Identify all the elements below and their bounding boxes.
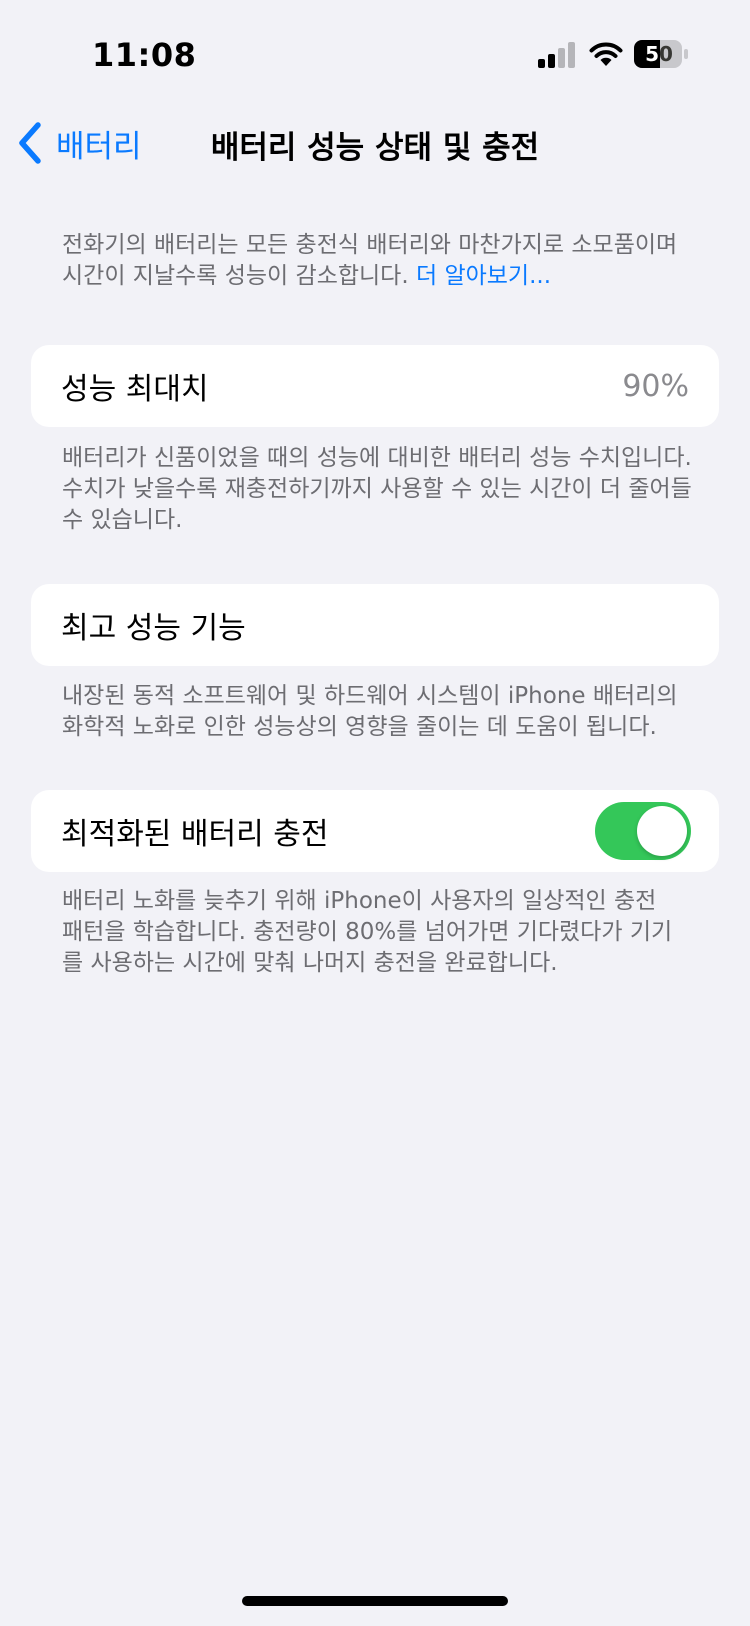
page-title: 배터리 성능 상태 및 충전 xyxy=(210,130,540,166)
home-indicator[interactable] xyxy=(242,1596,508,1606)
learn-more-link[interactable]: 더 알아보기... xyxy=(416,263,551,289)
optimized-charging-footnote: 배터리 노화를 늦추기 위해 iPhone이 사용자의 일상적인 충전 패턴을 … xyxy=(62,888,673,976)
peak-performance-footnote: 내장된 동적 소프트웨어 및 하드웨어 시스템이 iPhone 배터리의 화학적… xyxy=(62,683,678,740)
max-capacity-label: 성능 최대치 xyxy=(61,372,209,407)
intro-text: 전화기의 배터리는 모든 충전식 배터리와 마찬가지로 소모품이며 시간이 지날… xyxy=(62,232,678,289)
toggle-knob xyxy=(637,806,687,856)
cellular-signal-icon xyxy=(538,42,575,68)
peak-performance-label: 최고 성능 기능 xyxy=(61,611,246,646)
status-time: 11:08 xyxy=(92,36,197,74)
wifi-icon xyxy=(589,42,623,66)
back-button[interactable]: 배터리 xyxy=(14,118,142,168)
optimized-charging-row: 최적화된 배터리 충전 xyxy=(31,790,719,872)
optimized-charging-label: 최적화된 배터리 충전 xyxy=(61,817,329,852)
peak-performance-row: 최고 성능 기능 xyxy=(31,584,719,666)
max-capacity-footnote: 배터리가 신품이었을 때의 성능에 대비한 배터리 성능 수치입니다. 수치가 … xyxy=(62,445,692,533)
max-capacity-row: 성능 최대치 90% xyxy=(31,345,719,427)
max-capacity-value: 90% xyxy=(622,368,689,404)
navigation-bar: 배터리 배터리 성능 상태 및 충전 xyxy=(0,110,750,176)
intro-description: 전화기의 배터리는 모든 충전식 배터리와 마찬가지로 소모품이며 시간이 지날… xyxy=(62,230,702,292)
status-bar: 11:08 50 xyxy=(0,0,750,100)
chevron-left-icon xyxy=(19,122,41,164)
optimized-charging-toggle[interactable] xyxy=(595,802,691,860)
battery-level: 50 xyxy=(645,42,673,66)
back-label: 배터리 xyxy=(56,128,142,165)
